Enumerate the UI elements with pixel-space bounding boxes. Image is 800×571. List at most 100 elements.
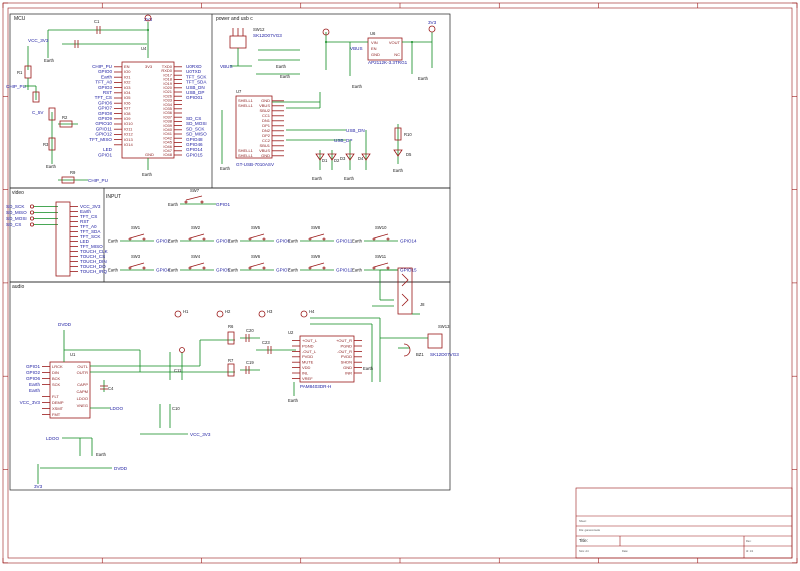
u2-left-pin: VDD [302, 365, 311, 370]
u1-left-pin: FMT [52, 412, 61, 417]
vcc-3v3-mcu: VCC_3V3 [28, 38, 49, 43]
switch-lever [309, 233, 325, 239]
mounting-hole [258, 310, 266, 318]
bz1-ref: BZ1 [416, 352, 424, 357]
switch-contact [372, 237, 376, 241]
earth-power-4: Earth [418, 76, 429, 81]
switch-contact [262, 266, 266, 270]
tb-title: Title: [579, 538, 588, 543]
j1-connector [55, 201, 71, 277]
switch-earth: Earth [168, 239, 179, 244]
u6-right-pin: VOUT [389, 40, 401, 45]
sw7-ref: SW7 [190, 188, 200, 193]
switch-ref: SW6 [251, 254, 261, 259]
chip-pu-label-2: CHIP_PU [88, 178, 108, 183]
u1-net: Earth [29, 382, 40, 387]
u4-gnd-pin: GND [145, 152, 154, 157]
u2-left-pin: PGND [302, 343, 314, 348]
d3-ref: D3 [340, 156, 346, 161]
tb-sheet: Sheet: [579, 519, 587, 523]
switch-ref: SW9 [311, 254, 321, 259]
u1-left-pin: XSMT [52, 406, 64, 411]
u6-right-pin: NC [394, 52, 400, 57]
switch-lever [373, 233, 389, 239]
u7-left-pin: SHELL1 [238, 103, 254, 108]
d5-ref: D5 [406, 152, 412, 157]
switch-earth: Earth [288, 268, 299, 273]
c4-ref: C4 [108, 386, 114, 391]
video-left-net: SD_MISO [6, 210, 27, 215]
u7-part: GT-USB-7010ASV [236, 162, 275, 167]
tb-size: Size: A4 [579, 549, 589, 553]
switch-ref: SW5 [251, 225, 261, 230]
sw13-part: SK12D07VG3 [430, 352, 459, 357]
switch-lever [189, 233, 205, 239]
d4-ref: D4 [358, 156, 364, 161]
switch-contact [322, 237, 326, 241]
u2-part: PAM8403DR-H [300, 384, 331, 389]
hole-ref: H4 [309, 309, 315, 314]
switch-contact [142, 237, 146, 241]
input-block: SW7 Earth GPIO1 SW1Earth GPIO2SW2Earth GPI… [108, 188, 417, 273]
u1-ref: U1 [70, 352, 76, 357]
dvdd-label: DVDD [58, 322, 72, 327]
earth-power-7: Earth [344, 176, 355, 181]
video-left-node [29, 210, 34, 215]
video-left-net: SD_SCK [6, 204, 25, 209]
switch-ref: SW1 [131, 225, 141, 230]
u2-right-pin: SHDN [341, 360, 352, 365]
d1-ref: D1 [322, 158, 328, 163]
r3-ref: R3 [43, 142, 49, 147]
u1-right-pin: CAPP [77, 382, 88, 387]
u2-right-pin: INR [345, 370, 352, 375]
switch-earth: Earth [288, 239, 299, 244]
earth-sw7: Earth [168, 202, 179, 207]
sw13-ref: SW13 [438, 324, 450, 329]
u2-right-pin: -OUT_R [337, 349, 352, 354]
switch-contact [262, 237, 266, 241]
u6-part: AP2112K-3.3TRG1 [368, 60, 408, 65]
c11-ref: C11 [174, 368, 182, 373]
switch-ref: SW11 [375, 254, 387, 259]
power-block: SW12 SK12D07VG3 VBUS Earth Earth U6 AP21… [220, 20, 437, 181]
c10-ref: C10 [172, 406, 180, 411]
u1-right-pin: LDOO [77, 396, 88, 401]
u7-ref: U7 [236, 89, 242, 94]
mcu-right-net: GPIO01 [186, 95, 203, 100]
switch-earth: Earth [168, 268, 179, 273]
u1-right-pin: CAPM [76, 389, 88, 394]
switch-earth: Earth [108, 239, 119, 244]
switch-ref: SW10 [375, 225, 387, 230]
switch-ref: SW3 [131, 254, 141, 259]
sw12-ref: SW12 [253, 27, 265, 32]
section-title-audio: audio [12, 284, 24, 290]
tb-rev: Rev: [746, 539, 752, 543]
u7-pin: GND [261, 153, 270, 158]
u1-left-pin: BCK [52, 376, 61, 381]
video-block: SD_SCKSD_MISOSD_MOSISD_CS VCC_3V3EarthTF… [6, 201, 109, 277]
vbus-label-2: VBUS [350, 46, 363, 51]
switch-contact [386, 266, 390, 270]
switch-contact [128, 266, 132, 270]
u1-net: GPIO6 [26, 376, 40, 381]
u2-left-pin: +OUT_L [302, 338, 318, 343]
c20-ref: C20 [246, 328, 254, 333]
u4-left-pins: ENIO0IO1IO2IO3IO4IO5IO6IO7IO8IO9IO10IO11… [114, 64, 133, 147]
vbus-label: VBUS [220, 64, 233, 69]
u2-right-pin: PVDD [341, 354, 352, 359]
switch-net: GPIO12 [336, 268, 353, 273]
switch-contact [188, 237, 192, 241]
switch-earth: Earth [352, 268, 363, 273]
earth-mcu-2: Earth [46, 164, 57, 169]
u6-left-pin: GND [371, 52, 380, 57]
r9-ref: R9 [70, 170, 76, 175]
switch-contact [372, 266, 376, 270]
u6-ref: U6 [370, 31, 376, 36]
earth-power-6: Earth [312, 176, 323, 181]
u1-left-pin: FLT [52, 394, 59, 399]
r7-ref: R7 [228, 358, 234, 363]
switch-lever [249, 233, 265, 239]
section-title-video: video [12, 190, 24, 196]
earth-audio-3: Earth [363, 366, 374, 371]
mounting-hole [300, 310, 308, 318]
